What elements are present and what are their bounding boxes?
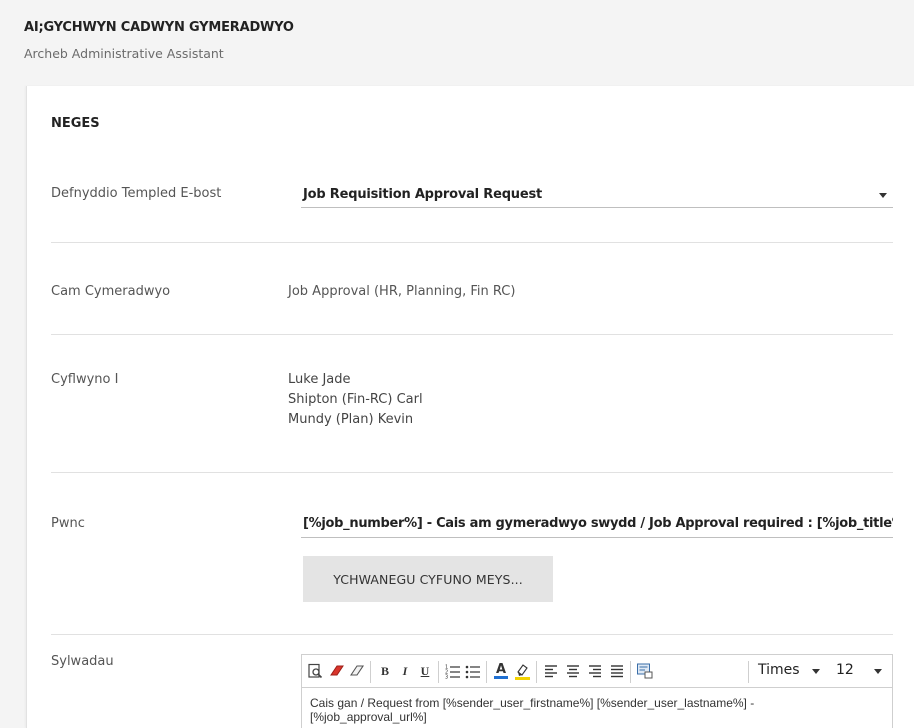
subject-label: Pwnc	[51, 516, 85, 531]
unordered-list-icon[interactable]	[464, 662, 482, 680]
page-title: AI;GYCHWYN CADWYN GYMERADWYO	[24, 20, 294, 35]
recipient-item: Shipton (Fin-RC) Carl	[288, 392, 423, 407]
page-subtitle: Archeb Administrative Assistant	[24, 46, 224, 61]
toolbar-separator	[630, 661, 631, 683]
divider	[51, 472, 893, 473]
divider	[51, 634, 893, 635]
align-right-icon[interactable]	[586, 662, 604, 680]
font-color-icon[interactable]: A	[492, 662, 510, 680]
subject-input[interactable]	[303, 516, 893, 531]
divider	[51, 242, 893, 243]
stage-label: Cam Cymeradwyo	[51, 284, 171, 299]
toolbar-separator	[370, 661, 371, 683]
eraser-icon[interactable]	[348, 662, 366, 680]
editor-toolbar: B I U 123 A Times 12	[301, 654, 893, 688]
font-size-value: 12	[836, 662, 854, 678]
comments-editor[interactable]: Cais gan / Request from [%sender_user_fi…	[301, 688, 893, 728]
italic-icon[interactable]: I	[396, 662, 414, 680]
insert-field-icon[interactable]	[636, 662, 654, 680]
chevron-down-icon	[812, 669, 820, 674]
recipient-item: Luke Jade	[288, 372, 351, 387]
ordered-list-icon[interactable]: 123	[444, 662, 462, 680]
highlight-icon[interactable]	[514, 662, 532, 680]
preview-icon[interactable]	[306, 662, 324, 680]
toolbar-separator	[438, 661, 439, 683]
message-card: NEGES Defnyddio Templed E-bost Job Requi…	[26, 86, 914, 728]
subject-field[interactable]	[301, 512, 893, 538]
recipients-label: Cyflwyno I	[51, 372, 119, 387]
add-merge-fields-button[interactable]: YCHWANEGU CYFUNO MEYS...	[303, 556, 553, 602]
font-color-letter: A	[495, 662, 507, 677]
comments-label: Sylwadau	[51, 654, 114, 669]
eraser-red-icon[interactable]	[328, 662, 346, 680]
section-title: NEGES	[51, 116, 100, 131]
underline-icon[interactable]: U	[416, 662, 434, 680]
font-family-value: Times	[758, 662, 800, 678]
page-header: AI;GYCHWYN CADWYN GYMERADWYO Archeb Admi…	[0, 0, 914, 86]
toolbar-separator	[536, 661, 537, 683]
template-select-value: Job Requisition Approval Request	[303, 187, 543, 202]
comments-body: Cais gan / Request from [%sender_user_fi…	[310, 696, 755, 724]
align-left-icon[interactable]	[542, 662, 560, 680]
template-label: Defnyddio Templed E-bost	[51, 186, 222, 201]
align-center-icon[interactable]	[564, 662, 582, 680]
recipient-item: Mundy (Plan) Kevin	[288, 412, 414, 427]
font-color-bar	[494, 676, 508, 679]
chevron-down-icon	[879, 193, 887, 198]
bold-icon[interactable]: B	[376, 662, 394, 680]
chevron-down-icon	[874, 669, 882, 674]
toolbar-separator	[748, 661, 749, 683]
font-size-select[interactable]: 12	[832, 659, 888, 683]
recipients-list: Luke Jade Shipton (Fin-RC) Carl Mundy (P…	[288, 370, 423, 430]
stage-value: Job Approval (HR, Planning, Fin RC)	[288, 284, 516, 299]
divider	[51, 334, 893, 335]
template-select[interactable]: Job Requisition Approval Request	[301, 182, 893, 208]
justify-icon[interactable]	[608, 662, 626, 680]
svg-text:3: 3	[445, 675, 448, 680]
toolbar-separator	[486, 661, 487, 683]
font-family-select[interactable]: Times	[754, 659, 824, 683]
